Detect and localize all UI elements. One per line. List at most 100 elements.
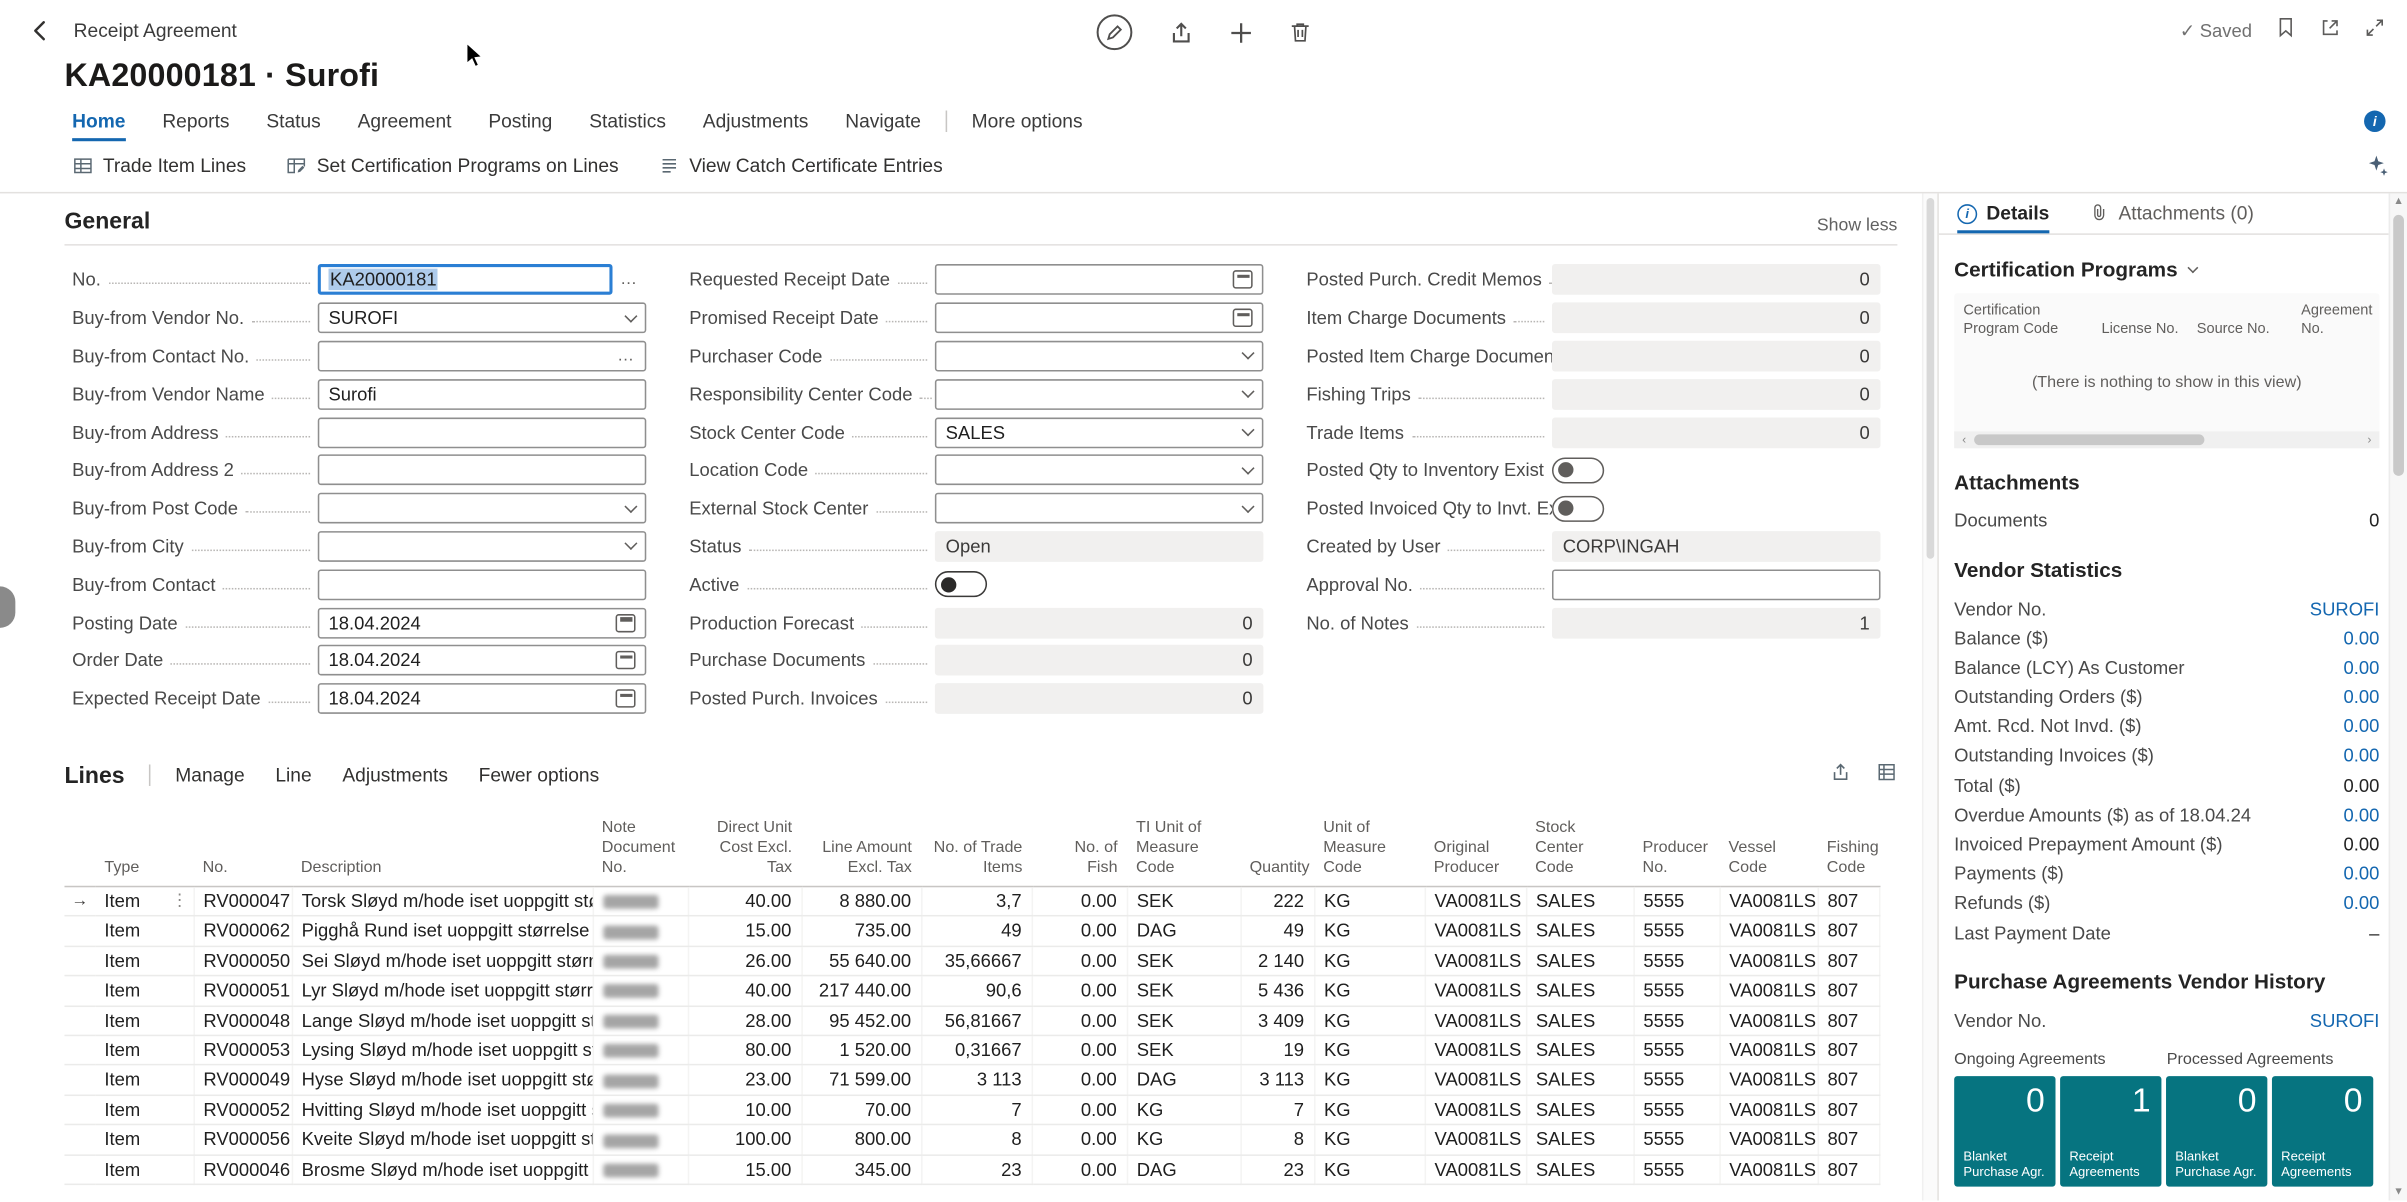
cell-no[interactable]: RV000047 <box>193 886 293 917</box>
responsibility-center-code-input[interactable] <box>934 378 1264 410</box>
cell-direct-unit-cost[interactable]: 28.00 <box>687 1005 803 1037</box>
cell-no-of-fish[interactable]: 0.00 <box>1031 886 1128 917</box>
cell-producer-no[interactable]: 5555 <box>1633 1065 1721 1096</box>
table-row[interactable]: Item RV000046 Brosme Sløyd m/hode iset u… <box>64 1154 1880 1186</box>
cell-quantity[interactable]: 5 436 <box>1240 975 1315 1007</box>
statistic-value[interactable]: 0.00 <box>2331 893 2380 914</box>
cell-unit-of-measure[interactable]: KG <box>1314 1065 1426 1096</box>
cell-no[interactable]: RV000048 <box>193 1005 293 1037</box>
chevron-down-icon[interactable] <box>1241 423 1255 437</box>
menu-tab[interactable]: Posting <box>488 111 552 132</box>
cell-quantity[interactable]: 8 <box>1240 1124 1315 1156</box>
cell-vessel-code[interactable]: VA0081LS <box>1719 1065 1819 1096</box>
cell-quantity[interactable]: 222 <box>1240 886 1315 917</box>
scrollbar-thumb[interactable] <box>2393 214 2404 476</box>
lines-menu-item[interactable]: Manage <box>175 765 244 786</box>
tab-attachments[interactable]: Attachments (0) <box>2089 193 2254 233</box>
posted-invoiced-qty-exist-toggle[interactable] <box>1551 495 1605 522</box>
cue-tile[interactable]: 0 Blanket Purchase Agr. <box>2166 1076 2268 1188</box>
row-selector[interactable] <box>64 975 96 1007</box>
cell-description[interactable]: Lange Sløyd m/hode iset uoppgitt størrel… <box>291 1005 594 1037</box>
statistic-value[interactable]: 0.00 <box>2331 716 2380 737</box>
cell-vessel-code[interactable]: VA0081LS <box>1719 1154 1819 1186</box>
cell-stock-center-code[interactable]: SALES <box>1525 1005 1635 1037</box>
cell-unit-of-measure[interactable]: KG <box>1314 1154 1426 1186</box>
open-in-new-window-button[interactable] <box>2320 16 2341 45</box>
certification-programs-heading[interactable]: Certification Programs <box>1954 258 2379 281</box>
scrollbar-thumb[interactable] <box>1926 198 1935 559</box>
cell-type[interactable]: Item <box>95 1035 195 1066</box>
purchase-documents-value[interactable]: 0 <box>934 645 1264 676</box>
row-selector[interactable] <box>64 1065 96 1096</box>
cell-original-producer[interactable]: VA0081LS <box>1424 886 1527 917</box>
row-selector[interactable]: → <box>64 886 96 917</box>
cell-producer-no[interactable]: 5555 <box>1633 1035 1721 1066</box>
cell-no-of-fish[interactable]: 0.00 <box>1031 1124 1128 1156</box>
production-forecast-value[interactable]: 0 <box>934 607 1264 638</box>
cell-stock-center-code[interactable]: SALES <box>1525 946 1635 977</box>
cell-fishing-code[interactable]: 807 <box>1817 916 1880 947</box>
cell-type[interactable]: Item <box>95 946 195 977</box>
statistic-value[interactable]: 0.00 <box>2331 657 2380 678</box>
buy-from-vendor-no-input[interactable]: SUROFI <box>317 302 647 334</box>
cell-type[interactable]: Item <box>95 1065 195 1096</box>
back-button[interactable] <box>18 9 61 52</box>
cell-direct-unit-cost[interactable]: 15.00 <box>687 1154 803 1186</box>
cell-no-of-fish[interactable]: 0.00 <box>1031 946 1128 977</box>
cell-note-document-no[interactable] <box>592 1005 689 1037</box>
scroll-up-arrow[interactable]: ▲ <box>2390 196 2407 207</box>
cell-no-of-trade-items[interactable]: 56,81667 <box>921 1005 1033 1037</box>
calendar-icon[interactable] <box>1232 270 1253 290</box>
promised-receipt-date-input[interactable] <box>934 302 1264 334</box>
cell-fishing-code[interactable]: 807 <box>1817 1124 1880 1156</box>
location-code-input[interactable] <box>934 454 1264 486</box>
cell-note-document-no[interactable] <box>592 975 689 1007</box>
chevron-down-icon[interactable] <box>624 537 638 551</box>
cell-direct-unit-cost[interactable]: 40.00 <box>687 975 803 1007</box>
cell-fishing-code[interactable]: 807 <box>1817 886 1880 917</box>
cell-unit-of-measure[interactable]: KG <box>1314 1035 1426 1066</box>
buy-from-contact-no-input[interactable]: … <box>317 340 647 372</box>
cell-fishing-code[interactable]: 807 <box>1817 1065 1880 1096</box>
cell-type[interactable]: Item ⋮ <box>95 886 195 917</box>
table-row[interactable]: Item RV000050 Sei Sløyd m/hode iset uopp… <box>64 946 1880 977</box>
cell-unit-of-measure[interactable]: KG <box>1314 1005 1426 1037</box>
cell-no-of-trade-items[interactable]: 3 113 <box>921 1065 1033 1096</box>
cell-unit-of-measure[interactable]: KG <box>1314 1094 1426 1126</box>
statistic-value[interactable]: 0.00 <box>2331 775 2380 796</box>
column-header[interactable]: Stock Center Code <box>1525 814 1634 888</box>
cell-unit-of-measure[interactable]: KG <box>1314 916 1426 947</box>
cell-no-of-fish[interactable]: 0.00 <box>1031 975 1128 1007</box>
cell-vessel-code[interactable]: VA0081LS <box>1719 1124 1819 1156</box>
general-section-heading[interactable]: General <box>64 209 150 235</box>
cell-vessel-code[interactable]: VA0081LS <box>1719 1094 1819 1126</box>
cell-ti-unit-of-measure[interactable]: DAG <box>1126 916 1242 947</box>
cell-producer-no[interactable]: 5555 <box>1633 886 1721 917</box>
cell-original-producer[interactable]: VA0081LS <box>1424 946 1527 977</box>
fishing-trips-value[interactable]: 0 <box>1551 378 1881 410</box>
cell-vessel-code[interactable]: VA0081LS <box>1719 975 1819 1007</box>
cell-no[interactable]: RV000052 <box>193 1094 293 1126</box>
cell-no-of-trade-items[interactable]: 90,6 <box>921 975 1033 1007</box>
buy-from-post-code-input[interactable] <box>317 493 647 524</box>
scroll-down-arrow[interactable]: ▼ <box>2390 1187 2407 1198</box>
table-row[interactable]: Item RV000062 Pigghå Rund iset uoppgitt … <box>64 916 1880 947</box>
cell-original-producer[interactable]: VA0081LS <box>1424 1094 1527 1126</box>
cell-type[interactable]: Item <box>95 1094 195 1126</box>
cell-quantity[interactable]: 7 <box>1240 1094 1315 1126</box>
column-header[interactable]: No. of Fish <box>1031 814 1127 888</box>
scroll-left-arrow[interactable]: ‹ <box>1957 433 1971 447</box>
buy-from-vendor-name-input[interactable]: Surofi <box>317 378 647 410</box>
row-selector[interactable] <box>64 1005 96 1037</box>
cell-line-amount[interactable]: 735.00 <box>801 916 922 947</box>
cell-unit-of-measure[interactable]: KG <box>1314 946 1426 977</box>
cell-producer-no[interactable]: 5555 <box>1633 1094 1721 1126</box>
chevron-down-icon[interactable] <box>624 499 638 513</box>
statistic-value[interactable]: 0.00 <box>2331 686 2380 707</box>
cell-vessel-code[interactable]: VA0081LS <box>1719 1005 1819 1037</box>
cell-original-producer[interactable]: VA0081LS <box>1424 1124 1527 1156</box>
row-selector[interactable] <box>64 1154 96 1186</box>
cell-stock-center-code[interactable]: SALES <box>1525 886 1635 917</box>
table-row[interactable]: Item RV000053 Lysing Sløyd m/hode iset u… <box>64 1035 1880 1066</box>
row-selector[interactable] <box>64 916 96 947</box>
